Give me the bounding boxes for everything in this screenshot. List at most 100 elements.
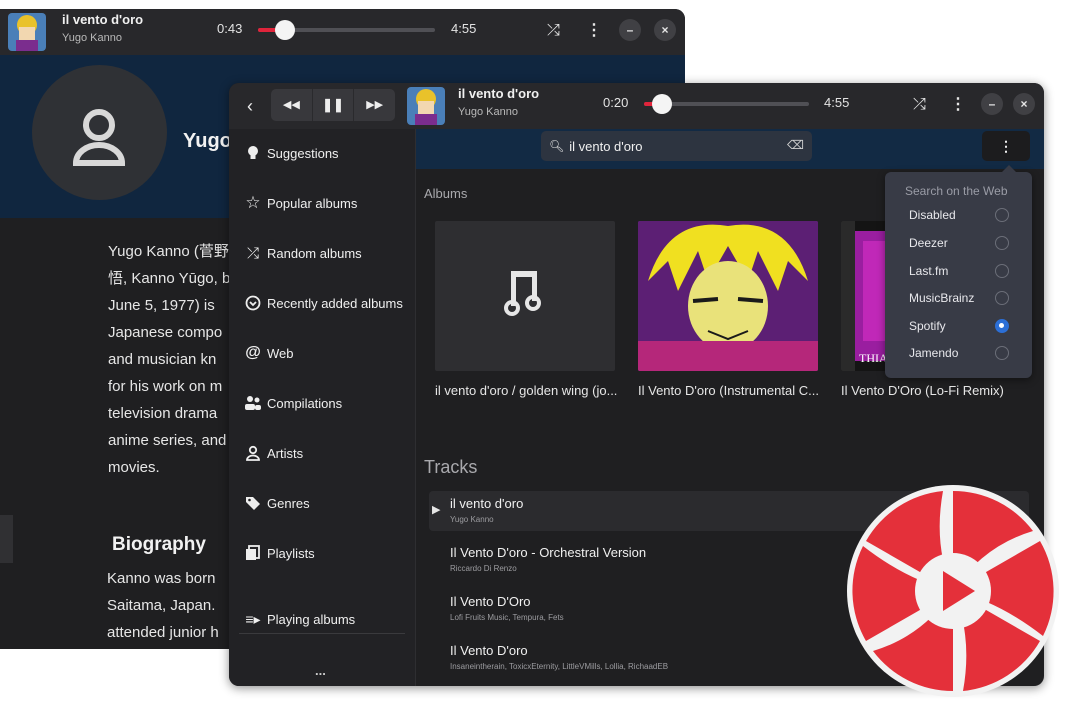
option-label: Last.fm xyxy=(909,264,949,278)
close-button[interactable]: × xyxy=(654,19,676,41)
artist-name: Yugo xyxy=(183,130,232,152)
sidebar-item-playing-albums[interactable]: ≡▸ Playing albums xyxy=(243,607,355,631)
artist-avatar xyxy=(32,65,167,200)
album-card[interactable]: Il Vento D'oro (Instrumental C... xyxy=(638,221,819,398)
option-label: Disabled xyxy=(909,208,956,222)
option-label: Deezer xyxy=(909,236,948,250)
minimize-button[interactable]: – xyxy=(981,93,1003,115)
elapsed-time: 0:20 xyxy=(603,95,629,110)
sidebar-item-label: Artists xyxy=(267,445,304,461)
artist-bio: Yugo Kanno (菅野 悟, Kanno Yūgo, b June 5, … xyxy=(108,243,231,476)
sidebar-item-playlists[interactable]: Playlists xyxy=(243,541,315,565)
seek-knob[interactable] xyxy=(275,20,295,40)
play-icon: ▶ xyxy=(432,504,441,516)
search-icon: 🔍︎ xyxy=(549,139,565,153)
option-label: MusicBrainz xyxy=(909,291,975,305)
option-deezer[interactable]: Deezer xyxy=(909,236,1019,254)
album-card[interactable]: il vento d'oro / golden wing (jo... xyxy=(435,221,617,398)
radio-button[interactable] xyxy=(995,319,1009,333)
sidebar-item-genres[interactable]: Genres xyxy=(243,491,310,515)
sidebar-divider xyxy=(239,633,405,634)
sidebar-item-label: Web xyxy=(267,345,294,361)
radio-button[interactable] xyxy=(995,291,1009,305)
track-row-title: il vento d'oro xyxy=(450,496,524,511)
search-bar: 🔍︎ il vento d'oro ⌫ ⋮ xyxy=(416,129,1044,169)
option-label: Spotify xyxy=(909,319,946,333)
track-row-title: Il Vento D'Oro xyxy=(450,594,531,609)
option-musicbrainz[interactable]: MusicBrainz xyxy=(909,291,1019,309)
track-artist: Yugo Kanno xyxy=(458,106,518,118)
search-value: il vento d'oro xyxy=(569,138,643,154)
duration-time: 4:55 xyxy=(451,21,477,36)
seek-bar[interactable] xyxy=(258,20,435,40)
album-title: il vento d'oro / golden wing (jo... xyxy=(435,383,618,398)
option-disabled[interactable]: Disabled xyxy=(909,208,1019,226)
sidebar-item-popular-albums[interactable]: ☆ Popular albums xyxy=(243,191,357,215)
seek-bar[interactable] xyxy=(644,94,809,114)
search-menu-button[interactable]: ⋮ xyxy=(982,131,1030,161)
album-title: Il Vento D'Oro (Lo-Fi Remix) xyxy=(841,383,1004,398)
radio-button[interactable] xyxy=(995,346,1009,360)
sidebar-item-label: Playing albums xyxy=(267,611,356,627)
pause-button[interactable]: ❚❚ xyxy=(313,89,355,121)
sidebar-item-compilations[interactable]: Compilations xyxy=(243,391,342,415)
shuffle-icon[interactable]: ⤮ xyxy=(913,97,926,113)
track-artist: Yugo Kanno xyxy=(62,32,122,44)
track-row-artist: Yugo Kanno xyxy=(450,515,494,524)
at-icon: @ xyxy=(245,344,261,361)
menu-icon[interactable]: ⋮ xyxy=(950,97,966,113)
shuffle-icon[interactable]: ⤮ xyxy=(547,23,560,39)
tag-icon xyxy=(243,493,263,513)
clear-search-icon[interactable]: ⌫ xyxy=(787,138,804,152)
app-logo xyxy=(846,484,1060,698)
search-input[interactable]: 🔍︎ il vento d'oro ⌫ xyxy=(541,131,812,161)
sidebar: Suggestions ☆ Popular albums ⤮ Random al… xyxy=(229,129,416,686)
previous-button[interactable]: ◀◀ xyxy=(271,89,313,121)
seek-knob[interactable] xyxy=(652,94,672,114)
popover-title: Search on the Web xyxy=(905,184,1008,198)
back-headerbar: il vento d'oro Yugo Kanno 0:43 4:55 ⤮ ⋮ … xyxy=(0,9,685,55)
shuffle-icon: ⤮ xyxy=(246,244,259,262)
cover-art[interactable] xyxy=(8,13,46,51)
sidebar-item-label: Playlists xyxy=(267,545,315,561)
track-row-artist: Riccardo Di Renzo xyxy=(450,564,517,573)
radio-button[interactable] xyxy=(995,264,1009,278)
sidebar-item-label: Random albums xyxy=(267,245,362,261)
sidebar-item-suggestions[interactable]: Suggestions xyxy=(243,141,339,165)
playlist-icon xyxy=(243,543,263,563)
tracks-heading: Tracks xyxy=(424,457,478,477)
option-label: Jamendo xyxy=(909,346,959,360)
sidebar-item-random-albums[interactable]: ⤮ Random albums xyxy=(243,241,362,265)
sidebar-item-label: Suggestions xyxy=(267,145,339,161)
queue-icon: ≡▸ xyxy=(245,610,261,627)
radio-button[interactable] xyxy=(995,208,1009,222)
cover-art[interactable] xyxy=(407,87,445,125)
biography-text: Kanno was born Saitama, Japan. attended … xyxy=(107,570,219,641)
track-title: il vento d'oro xyxy=(458,86,540,101)
option-spotify[interactable]: Spotify xyxy=(909,319,1019,337)
close-button[interactable]: × xyxy=(1013,93,1035,115)
front-headerbar: ‹ ◀◀ ❚❚ ▶▶ il vento d'oro Yugo Kanno 0:2… xyxy=(229,83,1044,129)
next-button[interactable]: ▶▶ xyxy=(354,89,395,121)
sidebar-item-label: Recently added albums xyxy=(267,295,403,311)
option-lastfm[interactable]: Last.fm xyxy=(909,264,1019,282)
clock-icon xyxy=(243,293,263,313)
lightbulb-icon xyxy=(243,143,263,163)
sidebar-item-recently-added[interactable]: Recently added albums xyxy=(243,291,403,315)
duration-time: 4:55 xyxy=(824,95,850,110)
back-button[interactable]: ‹ xyxy=(239,91,261,121)
sidebar-item-artists[interactable]: Artists xyxy=(243,441,303,465)
sidebar-item-web[interactable]: @ Web xyxy=(243,341,294,365)
radio-button[interactable] xyxy=(995,236,1009,250)
scroll-edge xyxy=(0,515,13,563)
album-art xyxy=(435,221,615,371)
minimize-button[interactable]: – xyxy=(619,19,641,41)
music-note-icon xyxy=(504,271,541,316)
menu-icon[interactable]: ⋮ xyxy=(586,23,602,39)
search-web-popover: Search on the Web Disabled Deezer Last.f… xyxy=(885,165,1032,378)
track-title: il vento d'oro xyxy=(62,12,144,27)
person-icon xyxy=(243,443,263,463)
sidebar-more[interactable]: ... xyxy=(315,663,326,678)
sidebar-item-label: Popular albums xyxy=(267,195,358,211)
option-jamendo[interactable]: Jamendo xyxy=(909,346,1019,364)
